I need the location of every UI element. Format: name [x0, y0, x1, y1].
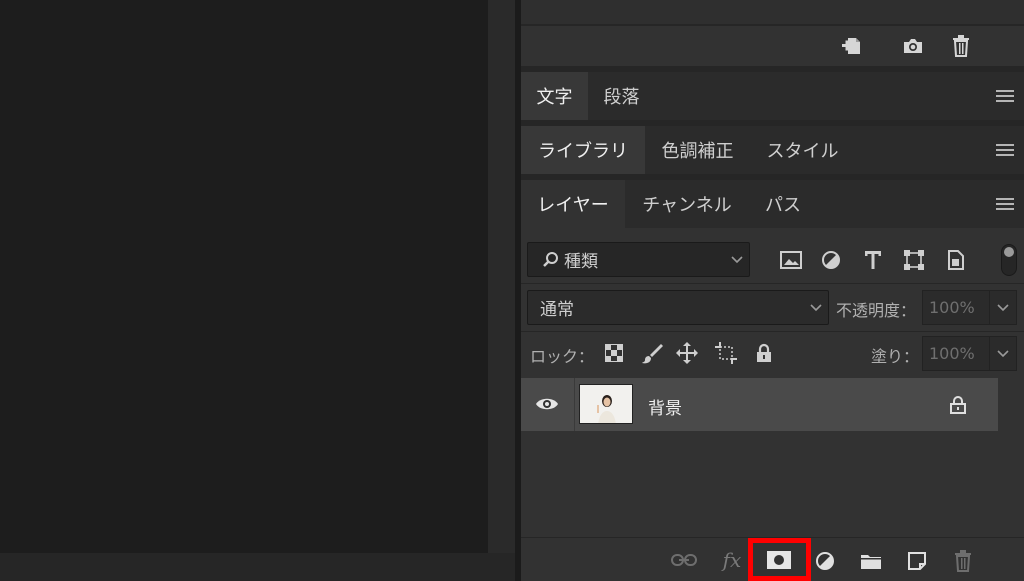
type-filter-icon[interactable]	[862, 249, 884, 271]
adjustment-filter-icon[interactable]	[820, 249, 842, 271]
lock-label: ロック：	[530, 347, 595, 366]
tab-label: レイヤー	[537, 195, 609, 216]
search-icon	[543, 251, 558, 267]
smart-object-filter-icon[interactable]	[945, 249, 967, 271]
document-canvas[interactable]	[0, 0, 488, 553]
tab-label: 色調補正	[661, 141, 734, 162]
blend-mode-value: 通常	[540, 300, 574, 320]
history-panel-top	[521, 0, 1024, 24]
opacity-dropdown[interactable]	[989, 290, 1017, 325]
tab-label: チャンネル	[642, 195, 732, 216]
filter-toggle-switch[interactable]	[1001, 244, 1017, 276]
layer-name[interactable]: 背景	[648, 394, 682, 419]
opacity-input[interactable]: 100%	[922, 290, 990, 325]
blend-mode-select[interactable]: 通常	[527, 290, 829, 325]
layers-panel-tabbar: レイヤー チャンネル パス	[521, 180, 1024, 228]
layer-filter-select[interactable]: 種類	[527, 242, 750, 277]
fill-dropdown[interactable]	[989, 336, 1017, 371]
panel-menu-icon[interactable]	[996, 90, 1014, 102]
tab-adjustments[interactable]: 色調補正	[645, 126, 750, 174]
tab-paragraph[interactable]: 段落	[588, 72, 655, 120]
lock-position-icon[interactable]	[675, 341, 699, 365]
tab-label: 段落	[603, 87, 640, 108]
layer-row[interactable]: 背景	[521, 378, 998, 431]
history-panel-footer	[521, 26, 1024, 66]
layer-lock-icon	[948, 395, 968, 415]
filter-kind-label: 種類	[564, 252, 598, 272]
fx-icon[interactable]: fx	[719, 548, 745, 572]
layer-selection	[574, 378, 998, 431]
tab-channels[interactable]: チャンネル	[625, 180, 749, 228]
tab-layers[interactable]: レイヤー	[521, 180, 625, 228]
delete-layer-icon[interactable]	[951, 548, 975, 574]
toggle-knob	[1004, 247, 1014, 257]
chevron-down-icon	[997, 303, 1009, 311]
new-layer-icon[interactable]	[905, 549, 929, 573]
shape-filter-icon[interactable]	[903, 249, 925, 271]
image-filter-icon[interactable]	[779, 249, 803, 271]
canvas-scroll-gutter[interactable]	[488, 0, 515, 553]
adjustment-layer-icon[interactable]	[814, 550, 836, 572]
panel-menu-icon[interactable]	[996, 198, 1014, 210]
chevron-down-icon	[731, 255, 743, 264]
panel-menu-icon[interactable]	[996, 144, 1014, 156]
annotation-highlight-box	[748, 538, 811, 581]
tab-character[interactable]: 文字	[521, 72, 588, 120]
link-layers-icon[interactable]	[670, 550, 698, 570]
fill-label: 塗り：	[871, 347, 920, 366]
chevron-down-icon	[810, 303, 822, 312]
fill-input[interactable]: 100%	[922, 336, 990, 371]
lock-artboard-icon[interactable]	[714, 341, 738, 365]
tab-label: スタイル	[766, 141, 839, 162]
type-panel-tabbar: 文字 段落	[521, 72, 1024, 120]
opacity-label: 不透明度：	[836, 301, 917, 320]
lock-transparent-pixels-icon[interactable]	[603, 342, 625, 364]
camera-icon[interactable]	[899, 34, 927, 58]
layer-thumbnail	[579, 384, 633, 424]
row-separator	[521, 331, 1024, 332]
lock-all-icon[interactable]	[753, 341, 775, 365]
tab-styles[interactable]: スタイル	[750, 126, 855, 174]
new-document-from-state-icon[interactable]	[839, 34, 867, 58]
group-folder-icon[interactable]	[858, 550, 884, 572]
trash-icon[interactable]	[948, 33, 974, 59]
eye-icon[interactable]	[534, 394, 560, 414]
canvas-status-bar	[0, 553, 515, 581]
tab-label: ライブラリ	[538, 141, 628, 162]
tab-label: 文字	[536, 87, 573, 108]
lock-image-pixels-icon[interactable]	[640, 341, 664, 365]
tab-libraries[interactable]: ライブラリ	[521, 126, 645, 174]
tab-label: パス	[765, 195, 801, 216]
row-separator	[521, 283, 1024, 284]
tab-paths[interactable]: パス	[749, 180, 817, 228]
chevron-down-icon	[997, 349, 1009, 357]
library-panel-tabbar: ライブラリ 色調補正 スタイル	[521, 126, 1024, 174]
